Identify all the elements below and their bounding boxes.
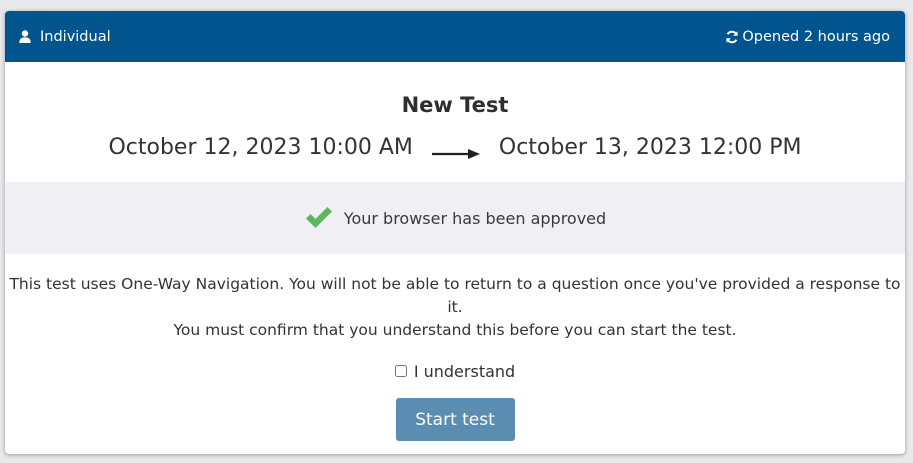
understand-checkbox[interactable] [394, 365, 407, 377]
test-date-range: October 12, 2023 10:00 AM October 13, 20… [5, 131, 905, 163]
start-test-button[interactable]: Start test [395, 398, 515, 441]
navigation-notice-line1: This test uses One-Way Navigation. You w… [9, 275, 901, 316]
card-header: Individual Opened 2 hours ago [5, 11, 905, 62]
check-icon [304, 206, 334, 230]
user-icon [19, 30, 31, 43]
open-status-label: Opened 2 hours ago [742, 28, 890, 45]
test-card: Individual Opened 2 hours ago New Test O… [5, 11, 905, 454]
understand-confirm[interactable]: I understand [5, 360, 905, 382]
test-type: Individual [19, 29, 111, 45]
arrow-right-icon [431, 141, 480, 159]
test-title: New Test [401, 93, 509, 117]
start-date: October 12, 2023 10:00 AM [108, 134, 413, 160]
browser-approval-banner: Your browser has been approved [5, 182, 905, 254]
end-date: October 13, 2023 12:00 PM [498, 134, 802, 160]
test-type-label: Individual [40, 28, 111, 45]
open-status: Opened 2 hours ago [725, 29, 890, 45]
understand-label: I understand [413, 361, 516, 381]
navigation-notice: This test uses One-Way Navigation. You w… [5, 273, 905, 342]
refresh-icon [725, 30, 739, 44]
navigation-notice-line2: You must confirm that you understand thi… [173, 321, 737, 339]
approval-message: Your browser has been approved [343, 208, 607, 228]
